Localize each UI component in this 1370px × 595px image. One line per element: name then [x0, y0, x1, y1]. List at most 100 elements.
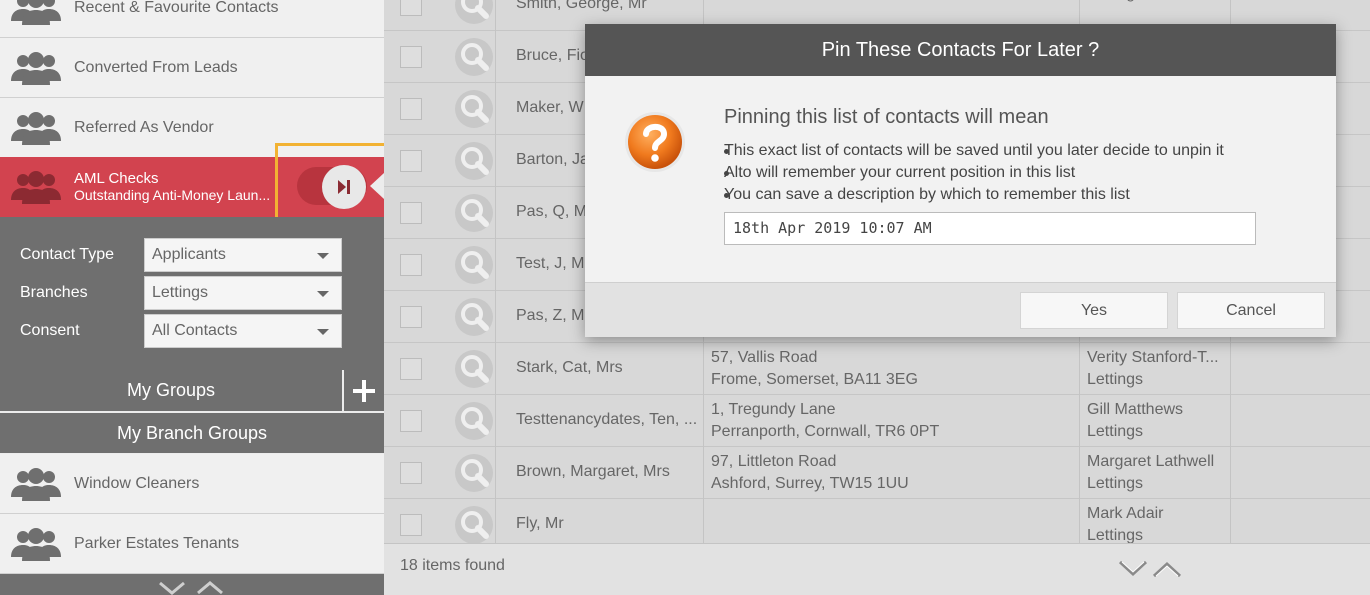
group-item-window-cleaners[interactable]: Window Cleaners: [0, 454, 384, 514]
my-branch-groups-header[interactable]: My Branch Groups: [0, 413, 384, 453]
table-footer: 18 items found: [384, 543, 1370, 595]
magnifier-icon[interactable]: [454, 0, 494, 25]
chevron-down-icon[interactable]: [159, 581, 185, 595]
address-line: Perranporth, Cornwall, TR6 0PT: [711, 423, 940, 440]
contact-name[interactable]: Testtenancydates, Ten, ...: [516, 411, 697, 429]
contact-name[interactable]: Barton, Ja: [516, 151, 589, 169]
consent-select[interactable]: All Contacts: [144, 314, 342, 348]
filter-label: Branches: [20, 284, 88, 301]
caret-down-icon: [317, 253, 329, 259]
people-group-icon: [11, 111, 61, 145]
group-item-recent-favourite[interactable]: Recent & Favourite Contacts: [0, 0, 384, 38]
bullet-item: This exact list of contacts will be save…: [724, 140, 1224, 162]
table-row[interactable]: Testtenancydates, Ten, ... 1, Tregundy La…: [384, 395, 1370, 447]
row-checkbox[interactable]: [400, 306, 422, 328]
magnifier-icon[interactable]: [454, 245, 494, 285]
aml-checks-text: AML Checks Outstanding Anti-Money Laun..…: [74, 170, 270, 204]
row-checkbox[interactable]: [400, 98, 422, 120]
row-checkbox[interactable]: [400, 254, 422, 276]
magnifier-icon[interactable]: [454, 349, 494, 389]
question-mark-icon: [625, 112, 685, 172]
contact-name[interactable]: Smith, George, Mr: [516, 0, 647, 13]
magnifier-icon[interactable]: [454, 401, 494, 441]
negotiator-name: Gill Matthews: [1087, 401, 1184, 418]
group-item-label: Window Cleaners: [74, 474, 200, 492]
negotiator-name: Margaret Lathwell: [1087, 453, 1215, 470]
row-checkbox[interactable]: [400, 410, 422, 432]
description-input[interactable]: 18th Apr 2019 10:07 AM: [724, 212, 1256, 245]
magnifier-icon[interactable]: [454, 297, 494, 337]
group-item-label: Referred As Vendor: [74, 118, 214, 136]
contact-name[interactable]: Test, J, Mr: [516, 255, 590, 273]
magnifier-icon[interactable]: [454, 37, 494, 77]
chevron-up-icon[interactable]: [197, 581, 223, 595]
contact-name[interactable]: Stark, Cat, Mrs: [516, 359, 623, 377]
table-row[interactable]: Stark, Cat, Mrs 57, Vallis Road Frome, Som…: [384, 343, 1370, 395]
dialog-bullet-list: This exact list of contacts will be save…: [724, 140, 1224, 206]
plus-icon: [353, 379, 375, 402]
magnifier-icon[interactable]: [454, 505, 494, 545]
branches-select[interactable]: Lettings: [144, 276, 342, 310]
people-group-icon: [11, 527, 61, 561]
magnifier-icon[interactable]: [454, 89, 494, 129]
people-group-icon: [11, 51, 61, 85]
chevron-up-icon[interactable]: [1152, 561, 1182, 578]
contact-name[interactable]: Pas, Q, Mr: [516, 203, 592, 221]
group-item-converted-from-leads[interactable]: Converted From Leads: [0, 38, 384, 98]
chevron-down-icon[interactable]: [1118, 560, 1148, 577]
row-checkbox[interactable]: [400, 514, 422, 536]
bullet-text: This exact list of contacts will be save…: [724, 142, 1224, 159]
row-checkbox[interactable]: [400, 202, 422, 224]
people-group-icon: [11, 467, 61, 501]
contact-name[interactable]: Fly, Mr: [516, 515, 564, 533]
my-groups-header[interactable]: My Groups: [0, 370, 342, 411]
contact-name[interactable]: Pas, Z, Mr: [516, 307, 590, 325]
group-title: AML Checks: [74, 170, 159, 187]
dialog-footer: Yes Cancel: [585, 282, 1336, 337]
bullet-text: Alto will remember your current position…: [724, 164, 1076, 181]
group-item-label: Converted From Leads: [74, 58, 238, 76]
negotiator-name: Mark Adair: [1087, 505, 1164, 522]
add-group-button[interactable]: [344, 370, 384, 411]
bullet-item: You can save a description by which to r…: [724, 184, 1224, 206]
items-found-count: 18 items found: [400, 557, 505, 574]
contact-groups-sidebar: Recent & Favourite Contacts Converted Fr…: [0, 0, 384, 595]
group-item-label: Parker Estates Tenants: [74, 534, 240, 552]
branch-name: Lettings: [1087, 371, 1144, 388]
select-value: All Contacts: [152, 322, 238, 339]
magnifier-icon[interactable]: [454, 193, 494, 233]
dialog-body: Pinning this list of contacts will mean …: [585, 76, 1336, 282]
contact-name[interactable]: Bruce, Fio: [516, 47, 589, 65]
negotiator: Margaret Lathwell Lettings: [1087, 451, 1214, 495]
column-divider: [495, 0, 496, 543]
pin-contacts-dialog: Pin These Contacts For Later ? Pinning t…: [585, 24, 1336, 337]
people-group-icon: [11, 0, 61, 25]
magnifier-icon[interactable]: [454, 453, 494, 493]
yes-button[interactable]: Yes: [1020, 292, 1168, 329]
dialog-title: Pin These Contacts For Later ?: [585, 24, 1336, 76]
address-line: 1, Tregundy Lane: [711, 401, 836, 418]
select-value: Applicants: [152, 246, 226, 263]
negotiator: Lettings: [1087, 0, 1143, 5]
table-row[interactable]: Brown, Margaret, Mrs 97, Littleton Road As…: [384, 447, 1370, 499]
contact-name[interactable]: Maker, W: [516, 99, 584, 117]
group-item-label: Recent & Favourite Contacts: [74, 0, 279, 16]
row-checkbox[interactable]: [400, 358, 422, 380]
filter-row-consent: Consent All Contacts: [0, 314, 384, 348]
people-group-icon: [11, 171, 61, 204]
contact-type-select[interactable]: Applicants: [144, 238, 342, 272]
filter-label: Consent: [20, 322, 80, 339]
cancel-button[interactable]: Cancel: [1177, 292, 1325, 329]
negotiator-name: Verity Stanford-T...: [1087, 349, 1219, 366]
group-subtitle: Outstanding Anti-Money Laun...: [74, 187, 271, 203]
row-checkbox[interactable]: [400, 46, 422, 68]
row-checkbox[interactable]: [400, 462, 422, 484]
row-checkbox[interactable]: [400, 0, 422, 16]
contact-name[interactable]: Brown, Margaret, Mrs: [516, 463, 670, 481]
group-item-parker-estates-tenants[interactable]: Parker Estates Tenants: [0, 514, 384, 574]
filter-label: Contact Type: [20, 246, 114, 263]
negotiator: Verity Stanford-T... Lettings: [1087, 347, 1219, 391]
caret-down-icon: [317, 329, 329, 335]
magnifier-icon[interactable]: [454, 141, 494, 181]
row-checkbox[interactable]: [400, 150, 422, 172]
